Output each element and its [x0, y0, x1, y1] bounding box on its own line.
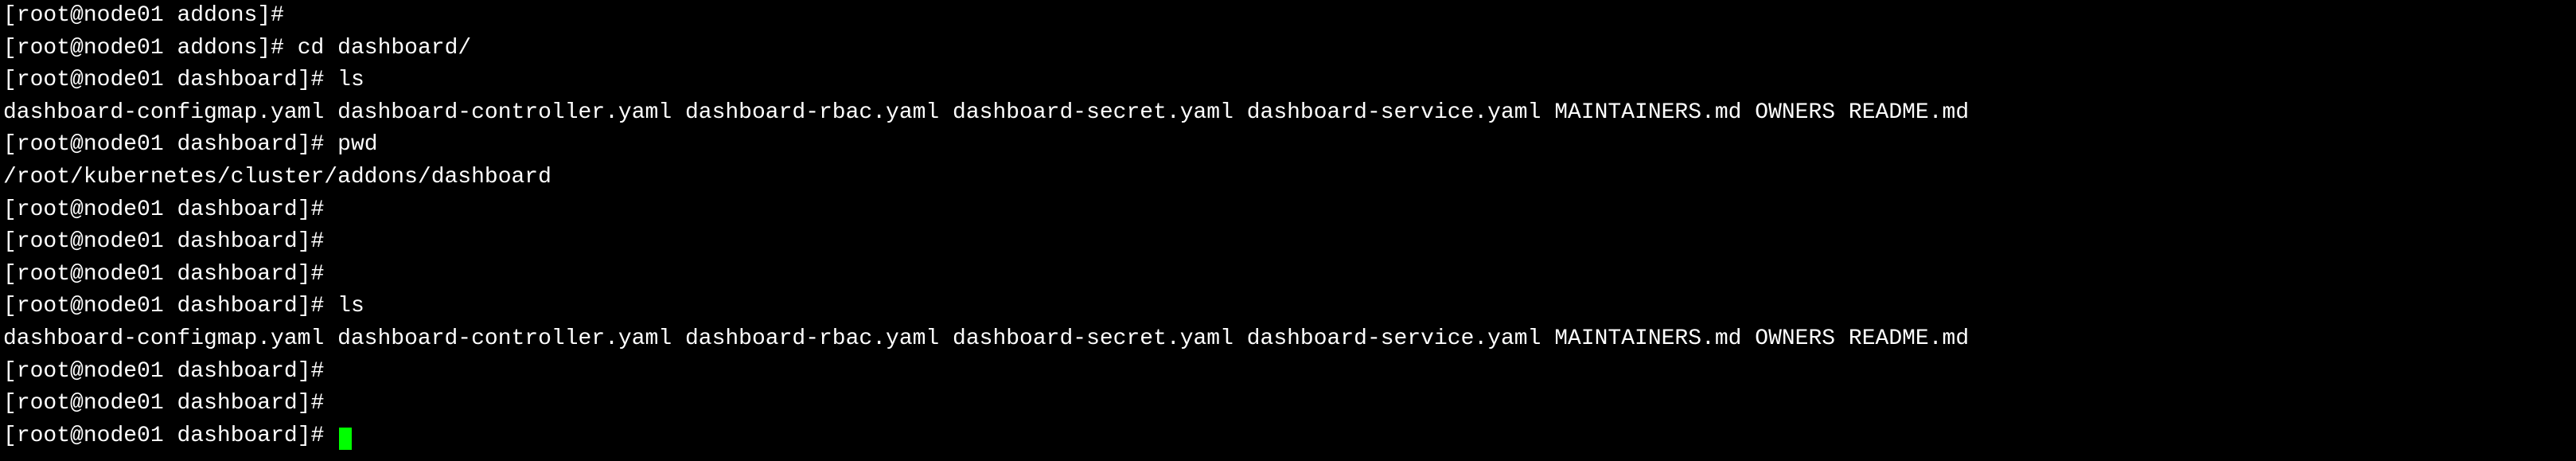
prompt-line-pwd[interactable]: [root@node01 dashboard]# pwd — [3, 129, 2573, 162]
prompt-line-blank[interactable]: [root@node01 dashboard]# — [3, 259, 2573, 291]
file: dashboard-secret.yaml — [953, 326, 1233, 351]
command-input[interactable]: cd dashboard/ — [298, 36, 471, 61]
file: MAINTAINERS.md — [1554, 326, 1741, 351]
file: dashboard-rbac.yaml — [685, 326, 939, 351]
prompt-line-ls1[interactable]: [root@node01 dashboard]# ls — [3, 64, 2573, 97]
prompt: [root@node01 dashboard]# — [3, 294, 324, 318]
prompt: [root@node01 dashboard]# — [3, 359, 324, 384]
prompt: [root@node01 dashboard]# — [3, 197, 324, 222]
file: MAINTAINERS.md — [1554, 100, 1741, 125]
prompt: [root@node01 addons]# — [3, 3, 284, 28]
command-input[interactable]: pwd — [337, 132, 377, 157]
file: README.md — [1849, 100, 1969, 125]
prompt-line-truncated: [root@node01 addons]# — [3, 0, 2573, 33]
prompt-line-blank[interactable]: [root@node01 dashboard]# — [3, 194, 2573, 227]
cursor-block — [339, 428, 352, 450]
prompt-line-blank[interactable]: [root@node01 dashboard]# — [3, 356, 2573, 389]
prompt: [root@node01 dashboard]# — [3, 391, 324, 416]
file: dashboard-controller.yaml — [337, 326, 672, 351]
prompt: [root@node01 dashboard]# — [3, 68, 324, 92]
file: dashboard-rbac.yaml — [685, 100, 939, 125]
prompt-line-current[interactable]: [root@node01 dashboard]# — [3, 420, 2573, 453]
file: dashboard-secret.yaml — [953, 100, 1233, 125]
file: dashboard-service.yaml — [1247, 100, 1541, 125]
prompt-line-blank[interactable]: [root@node01 dashboard]# — [3, 226, 2573, 259]
prompt: [root@node01 dashboard]# — [3, 229, 324, 254]
command-input[interactable]: ls — [337, 294, 364, 318]
prompt: [root@node01 dashboard]# — [3, 262, 324, 287]
command-input[interactable]: ls — [337, 68, 364, 92]
prompt-line-ls2[interactable]: [root@node01 dashboard]# ls — [3, 291, 2573, 323]
file: dashboard-configmap.yaml — [3, 326, 324, 351]
file: dashboard-configmap.yaml — [3, 100, 324, 125]
prompt: [root@node01 addons]# — [3, 36, 284, 61]
pwd-output: /root/kubernetes/cluster/addons/dashboar… — [3, 162, 2573, 194]
prompt: [root@node01 dashboard]# — [3, 132, 324, 157]
file: dashboard-service.yaml — [1247, 326, 1541, 351]
file: README.md — [1849, 326, 1969, 351]
ls-output-1: dashboard-configmap.yaml dashboard-contr… — [3, 97, 2573, 130]
prompt: [root@node01 dashboard]# — [3, 424, 324, 448]
file: OWNERS — [1755, 100, 1835, 125]
prompt-line-blank[interactable]: [root@node01 dashboard]# — [3, 388, 2573, 420]
file: dashboard-controller.yaml — [337, 100, 672, 125]
ls-output-2: dashboard-configmap.yaml dashboard-contr… — [3, 323, 2573, 356]
file: OWNERS — [1755, 326, 1835, 351]
prompt-line-cd[interactable]: [root@node01 addons]# cd dashboard/ — [3, 33, 2573, 65]
